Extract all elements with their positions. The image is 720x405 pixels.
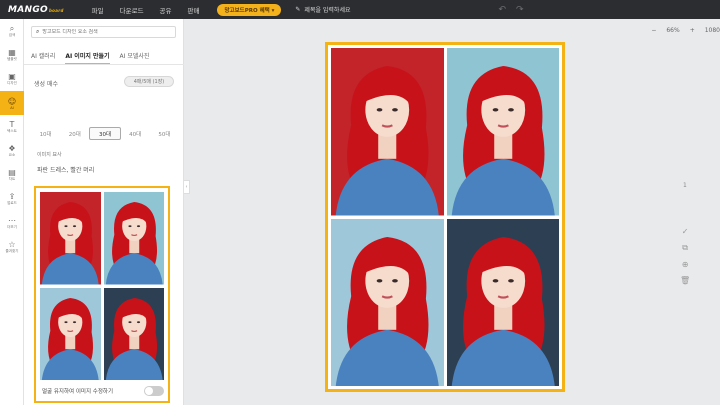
editor-area: − 66% + 1080 1 ✓ ⧉ ⊕ 🗑 bbox=[190, 19, 720, 405]
generated-image[interactable] bbox=[40, 192, 101, 285]
logo[interactable]: MANGOboard bbox=[8, 5, 64, 15]
rail-text[interactable]: T 텍스트 bbox=[0, 115, 24, 139]
ai-panel: ⌕ AI 캘러리 AI 이미지 만들기 AI 모델사진 생성 매수 4매/5매 … bbox=[24, 19, 184, 405]
zoom-level[interactable]: 66% bbox=[666, 27, 679, 34]
check-icon[interactable]: ✓ bbox=[682, 227, 689, 236]
rail-more[interactable]: ⋯ 더보기 bbox=[0, 211, 24, 235]
ai-icon: ☺ bbox=[7, 96, 17, 106]
design-icon: ▣ bbox=[8, 72, 16, 81]
age-option[interactable]: 40대 bbox=[121, 127, 150, 140]
add-icon[interactable]: ⊕ bbox=[682, 260, 689, 269]
keep-face-toggle[interactable] bbox=[144, 386, 164, 396]
element-icon: ❖ bbox=[8, 144, 16, 153]
more-icon: ⋯ bbox=[8, 216, 16, 225]
panel-tabs: AI 캘러리 AI 이미지 만들기 AI 모델사진 bbox=[31, 51, 149, 64]
title-field[interactable]: ✎ 제목을 입력하세요 bbox=[295, 5, 350, 14]
search-input[interactable] bbox=[42, 29, 163, 35]
zoom-in-button[interactable]: + bbox=[690, 27, 695, 34]
trash-icon[interactable]: 🗑 bbox=[680, 276, 690, 285]
zoom-bar: − 66% + 1080 bbox=[651, 27, 720, 34]
tab-divider bbox=[24, 64, 184, 65]
age-option-selected[interactable]: 30대 bbox=[89, 127, 121, 140]
search-icon: ⌕ bbox=[36, 28, 40, 35]
title-placeholder: 제목을 입력하세요 bbox=[304, 7, 351, 14]
canvas-image[interactable] bbox=[331, 218, 444, 386]
tab-ai-gallery[interactable]: AI 캘러리 bbox=[31, 51, 55, 64]
rail-upload[interactable]: ⇪ 업로드 bbox=[0, 187, 24, 211]
undo-icon[interactable]: ↶ bbox=[499, 5, 517, 15]
generated-image[interactable] bbox=[40, 287, 101, 380]
search-icon: ⌕ bbox=[9, 24, 15, 33]
menu-sell[interactable]: 판매 bbox=[188, 5, 200, 15]
copy-icon[interactable]: ⧉ bbox=[682, 243, 688, 253]
count-pill[interactable]: 4매/5매 (1장) bbox=[124, 76, 174, 87]
age-option[interactable]: 50대 bbox=[150, 127, 179, 140]
generated-image-grid bbox=[40, 192, 164, 380]
top-bar: MANGOboard 파일 다운로드 공유 판매 망고보드PRO 혜택 ▾ ✎ … bbox=[0, 0, 720, 19]
rail-favorite[interactable]: ☆ 즐겨찾기 bbox=[0, 235, 24, 259]
search-box[interactable]: ⌕ bbox=[31, 26, 176, 38]
count-label: 생성 매수 bbox=[34, 81, 58, 88]
tab-ai-image-create[interactable]: AI 이미지 만들기 bbox=[65, 51, 110, 64]
age-option[interactable]: 20대 bbox=[60, 127, 89, 140]
canvas-tools: ✓ ⧉ ⊕ 🗑 bbox=[680, 227, 690, 285]
age-selector: 10대 20대 30대 40대 50대 bbox=[31, 127, 179, 140]
undo-redo: ↶↷ bbox=[499, 5, 534, 15]
rail-chart[interactable]: ▤ 차트 bbox=[0, 163, 24, 187]
top-menu: 파일 다운로드 공유 판매 bbox=[92, 5, 200, 15]
generated-image[interactable] bbox=[103, 287, 164, 380]
description-text[interactable]: 파란 드레스, 빨간 머리 bbox=[37, 165, 94, 174]
redo-icon[interactable]: ↷ bbox=[516, 5, 534, 15]
chart-icon: ▤ bbox=[8, 168, 16, 177]
upload-icon: ⇪ bbox=[8, 192, 16, 201]
left-rail: ⌕ 검색 ▦ 템플릿 ▣ 디자인 ☺ AI T 텍스트 ❖ 요소 ▤ 차트 ⇪ 업로드 ⋯ 더보기… bbox=[0, 19, 24, 405]
canvas-width[interactable]: 1080 bbox=[705, 27, 720, 34]
generated-result-card[interactable]: 얼굴 유지하여 이미지 수정하기 bbox=[34, 186, 170, 403]
tab-ai-model-photo[interactable]: AI 모델사진 bbox=[120, 51, 150, 64]
menu-download[interactable]: 다운로드 bbox=[120, 5, 144, 15]
rail-design[interactable]: ▣ 디자인 bbox=[0, 67, 24, 91]
keep-face-label: 얼굴 유지하여 이미지 수정하기 bbox=[42, 389, 114, 395]
pencil-icon: ✎ bbox=[295, 6, 301, 13]
page-number: 1 bbox=[683, 182, 687, 189]
canvas-image[interactable] bbox=[446, 218, 559, 386]
pro-benefit-button[interactable]: 망고보드PRO 혜택 ▾ bbox=[217, 3, 282, 16]
menu-file[interactable]: 파일 bbox=[92, 5, 104, 15]
design-canvas[interactable] bbox=[325, 42, 565, 392]
keep-face-row: 얼굴 유지하여 이미지 수정하기 bbox=[42, 386, 164, 396]
template-icon: ▦ bbox=[8, 48, 16, 57]
rail-template[interactable]: ▦ 템플릿 bbox=[0, 43, 24, 67]
canvas-image[interactable] bbox=[331, 48, 444, 216]
rail-element[interactable]: ❖ 요소 bbox=[0, 139, 24, 163]
age-option[interactable]: 10대 bbox=[31, 127, 60, 140]
generated-image[interactable] bbox=[103, 192, 164, 285]
rail-search[interactable]: ⌕ 검색 bbox=[0, 19, 24, 43]
star-icon: ☆ bbox=[8, 240, 16, 249]
description-label: 이미지 묘사 bbox=[37, 152, 62, 158]
zoom-out-button[interactable]: − bbox=[651, 27, 656, 34]
canvas-image-grid bbox=[331, 48, 559, 386]
rail-ai[interactable]: ☺ AI bbox=[0, 91, 24, 115]
menu-share[interactable]: 공유 bbox=[160, 5, 172, 15]
canvas-image[interactable] bbox=[446, 48, 559, 216]
text-icon: T bbox=[9, 120, 15, 129]
